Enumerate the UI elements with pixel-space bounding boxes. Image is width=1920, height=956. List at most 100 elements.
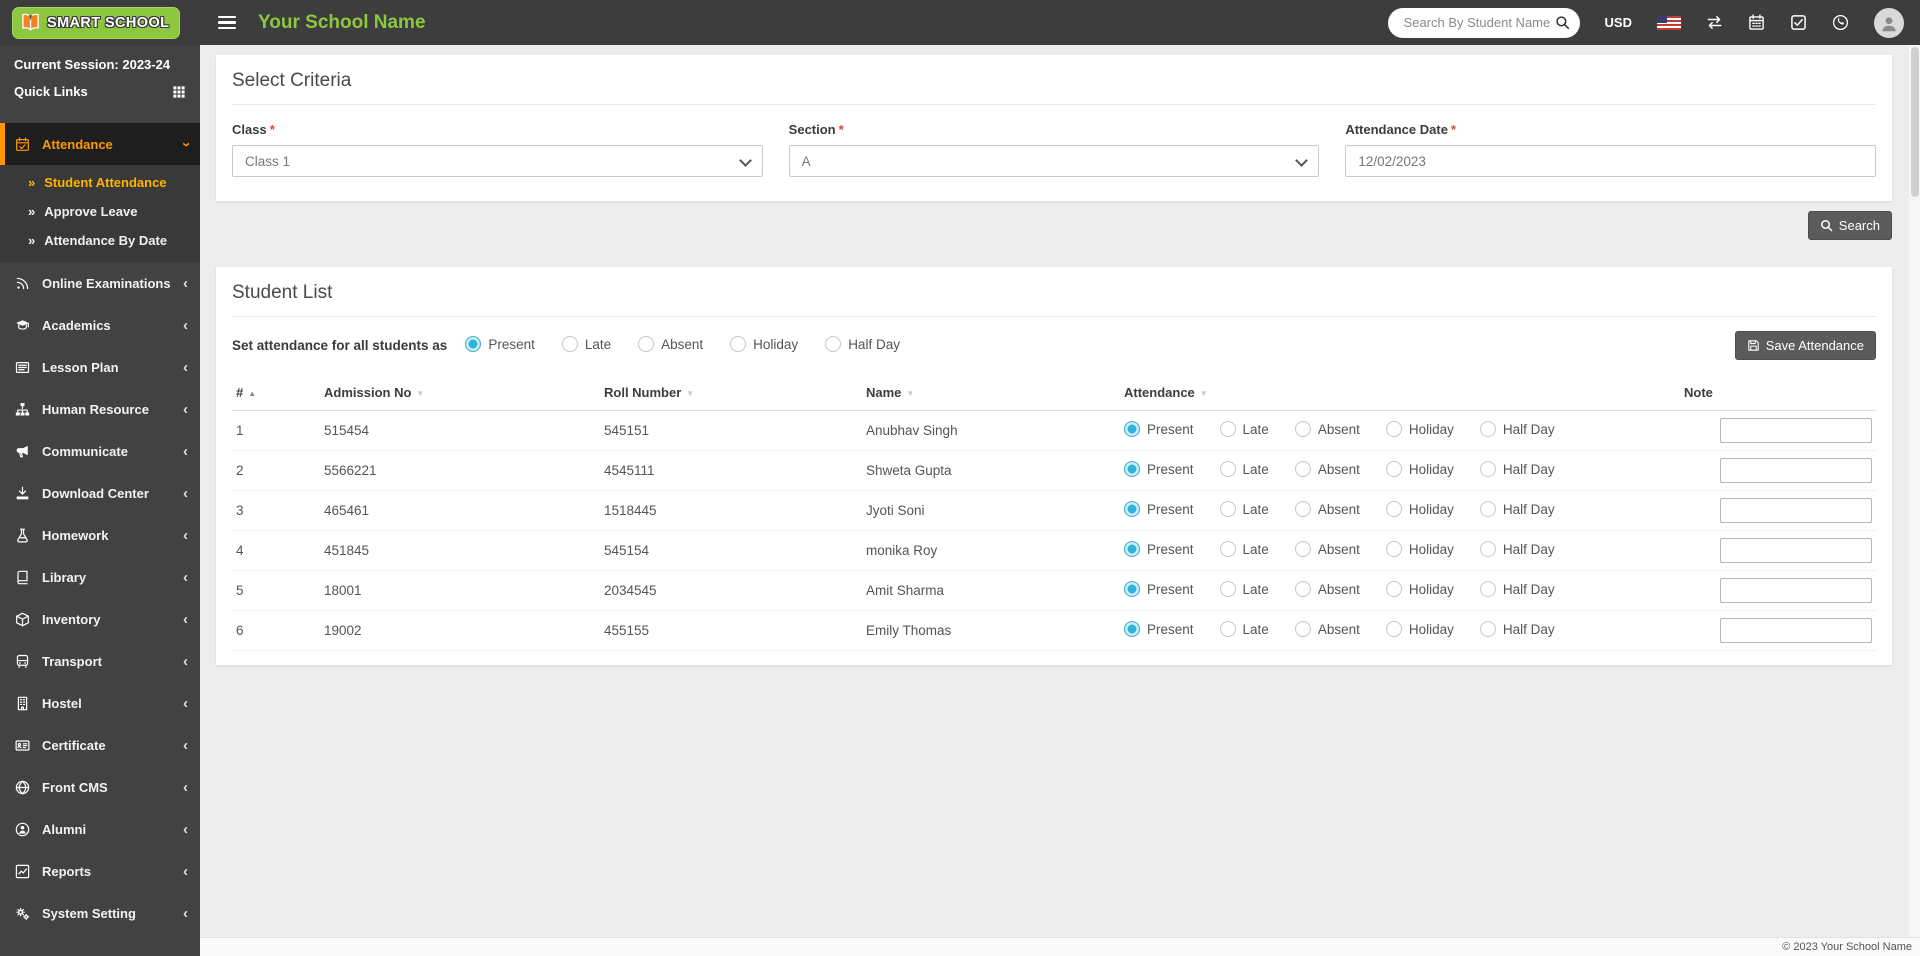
att-all-radio-absent[interactable] [638, 336, 655, 352]
att-0-radio-holiday[interactable] [1385, 421, 1402, 437]
attendance-option-half-day[interactable]: Half Day [1479, 421, 1555, 437]
sidebar-item-communicate[interactable]: Communicate ‹ [0, 430, 200, 472]
att-5-radio-late[interactable] [1219, 621, 1236, 637]
attendance-option-late[interactable]: Late [1219, 461, 1269, 477]
attendance-option-absent[interactable]: Absent [1294, 501, 1360, 517]
attendance-option-half-day[interactable]: Half Day [1479, 461, 1555, 477]
app-logo[interactable]: SMART SCHOOL [12, 6, 181, 39]
attendance-option-half-day[interactable]: Half Day [1479, 541, 1555, 557]
search-button[interactable]: Search [1807, 211, 1892, 240]
attendance-option-late[interactable]: Late [561, 336, 611, 352]
sidebar-item-certificate[interactable]: Certificate ‹ [0, 724, 200, 766]
attendance-option-late[interactable]: Late [1219, 501, 1269, 517]
att-4-radio-absent[interactable] [1294, 581, 1311, 597]
attendance-option-present[interactable]: Present [1124, 581, 1194, 597]
sidebar-item-academics[interactable]: Academics ‹ [0, 304, 200, 346]
att-0-radio-absent[interactable] [1294, 421, 1311, 437]
note-input[interactable] [1720, 498, 1872, 523]
attendance-option-absent[interactable]: Absent [1294, 621, 1360, 637]
sidebar-item-online-examinations[interactable]: Online Examinations ‹ [0, 262, 200, 304]
att-2-radio-half-day[interactable] [1479, 501, 1496, 517]
menu-toggle-icon[interactable] [218, 13, 236, 33]
attendance-option-half-day[interactable]: Half Day [1479, 581, 1555, 597]
attendance-option-holiday[interactable]: Holiday [730, 336, 798, 352]
attendance-option-holiday[interactable]: Holiday [1385, 581, 1454, 597]
search-input[interactable] [1401, 14, 1555, 31]
whatsapp-icon[interactable] [1832, 14, 1849, 31]
att-all-radio-late[interactable] [561, 336, 578, 352]
note-input[interactable] [1720, 618, 1872, 643]
sidebar-item-inventory[interactable]: Inventory ‹ [0, 598, 200, 640]
sidebar-item-system-setting[interactable]: System Setting ‹ [0, 892, 200, 934]
attendance-option-present[interactable]: Present [1124, 461, 1194, 477]
att-all-radio-half-day[interactable] [825, 336, 842, 352]
sidebar-item-download-center[interactable]: Download Center ‹ [0, 472, 200, 514]
attendance-option-holiday[interactable]: Holiday [1385, 421, 1454, 437]
att-4-radio-late[interactable] [1219, 581, 1236, 597]
att-3-radio-half-day[interactable] [1479, 541, 1496, 557]
attendance-option-late[interactable]: Late [1219, 581, 1269, 597]
user-avatar[interactable] [1874, 7, 1904, 38]
attendance-option-present[interactable]: Present [1124, 501, 1194, 517]
language-swap-icon[interactable] [1706, 14, 1723, 31]
att-4-radio-present[interactable] [1124, 581, 1140, 597]
attendance-option-present[interactable]: Present [465, 336, 535, 352]
sidebar-item-reports[interactable]: Reports ‹ [0, 850, 200, 892]
attendance-date-input[interactable] [1345, 145, 1877, 177]
att-3-radio-late[interactable] [1219, 541, 1236, 557]
attendance-option-late[interactable]: Late [1219, 541, 1269, 557]
note-input[interactable] [1720, 578, 1872, 603]
tasks-icon[interactable] [1790, 14, 1807, 31]
attendance-option-holiday[interactable]: Holiday [1385, 621, 1454, 637]
class-select[interactable]: Class 1 [232, 145, 763, 177]
att-2-radio-absent[interactable] [1294, 501, 1311, 517]
att-1-radio-half-day[interactable] [1479, 461, 1496, 477]
attendance-option-half-day[interactable]: Half Day [1479, 501, 1555, 517]
scrollbar[interactable] [1909, 45, 1920, 937]
search-icon[interactable] [1555, 15, 1570, 30]
sidebar-subitem-attendance-by-date[interactable]: » Attendance By Date [0, 226, 200, 255]
attendance-option-half-day[interactable]: Half Day [825, 336, 900, 352]
attendance-option-half-day[interactable]: Half Day [1479, 621, 1555, 637]
sidebar-item-library[interactable]: Library ‹ [0, 556, 200, 598]
att-4-radio-half-day[interactable] [1479, 581, 1496, 597]
att-5-radio-present[interactable] [1124, 621, 1140, 637]
attendance-option-absent[interactable]: Absent [1294, 421, 1360, 437]
att-5-radio-absent[interactable] [1294, 621, 1311, 637]
att-2-radio-late[interactable] [1219, 501, 1236, 517]
attendance-option-holiday[interactable]: Holiday [1385, 501, 1454, 517]
section-select[interactable]: A [788, 145, 1320, 177]
column-header-name[interactable]: Name ▼ [862, 375, 1120, 411]
sidebar-item-human-resource[interactable]: Human Resource ‹ [0, 388, 200, 430]
att-5-radio-half-day[interactable] [1479, 621, 1496, 637]
att-1-radio-holiday[interactable] [1385, 461, 1402, 477]
column-header-admission-no[interactable]: Admission No ▼ [320, 375, 600, 411]
column-header-roll-number[interactable]: Roll Number ▼ [600, 375, 862, 411]
scrollbar-thumb[interactable] [1910, 47, 1919, 197]
sidebar-subitem-student-attendance[interactable]: » Student Attendance [0, 168, 200, 197]
att-2-radio-present[interactable] [1124, 501, 1140, 517]
sidebar-item-transport[interactable]: Transport ‹ [0, 640, 200, 682]
save-attendance-button[interactable]: Save Attendance [1734, 331, 1876, 360]
currency-selector[interactable]: USD [1605, 15, 1632, 30]
attendance-option-absent[interactable]: Absent [638, 336, 703, 352]
att-2-radio-holiday[interactable] [1385, 501, 1402, 517]
att-all-radio-holiday[interactable] [730, 336, 747, 352]
calendar-icon[interactable] [1748, 14, 1765, 31]
column-header-attendance[interactable]: Attendance ▼ [1120, 375, 1680, 411]
column-header-note[interactable]: Note [1680, 375, 1876, 411]
attendance-option-holiday[interactable]: Holiday [1385, 541, 1454, 557]
att-3-radio-absent[interactable] [1294, 541, 1311, 557]
att-0-radio-half-day[interactable] [1479, 421, 1496, 437]
att-1-radio-absent[interactable] [1294, 461, 1311, 477]
column-header-[interactable]: # ▲ [232, 375, 320, 411]
attendance-option-present[interactable]: Present [1124, 541, 1194, 557]
sidebar-subitem-approve-leave[interactable]: » Approve Leave [0, 197, 200, 226]
attendance-option-late[interactable]: Late [1219, 621, 1269, 637]
sidebar-item-alumni[interactable]: Alumni ‹ [0, 808, 200, 850]
sidebar-item-homework[interactable]: Homework ‹ [0, 514, 200, 556]
attendance-option-absent[interactable]: Absent [1294, 461, 1360, 477]
attendance-option-absent[interactable]: Absent [1294, 541, 1360, 557]
att-1-radio-late[interactable] [1219, 461, 1236, 477]
att-5-radio-holiday[interactable] [1385, 621, 1402, 637]
